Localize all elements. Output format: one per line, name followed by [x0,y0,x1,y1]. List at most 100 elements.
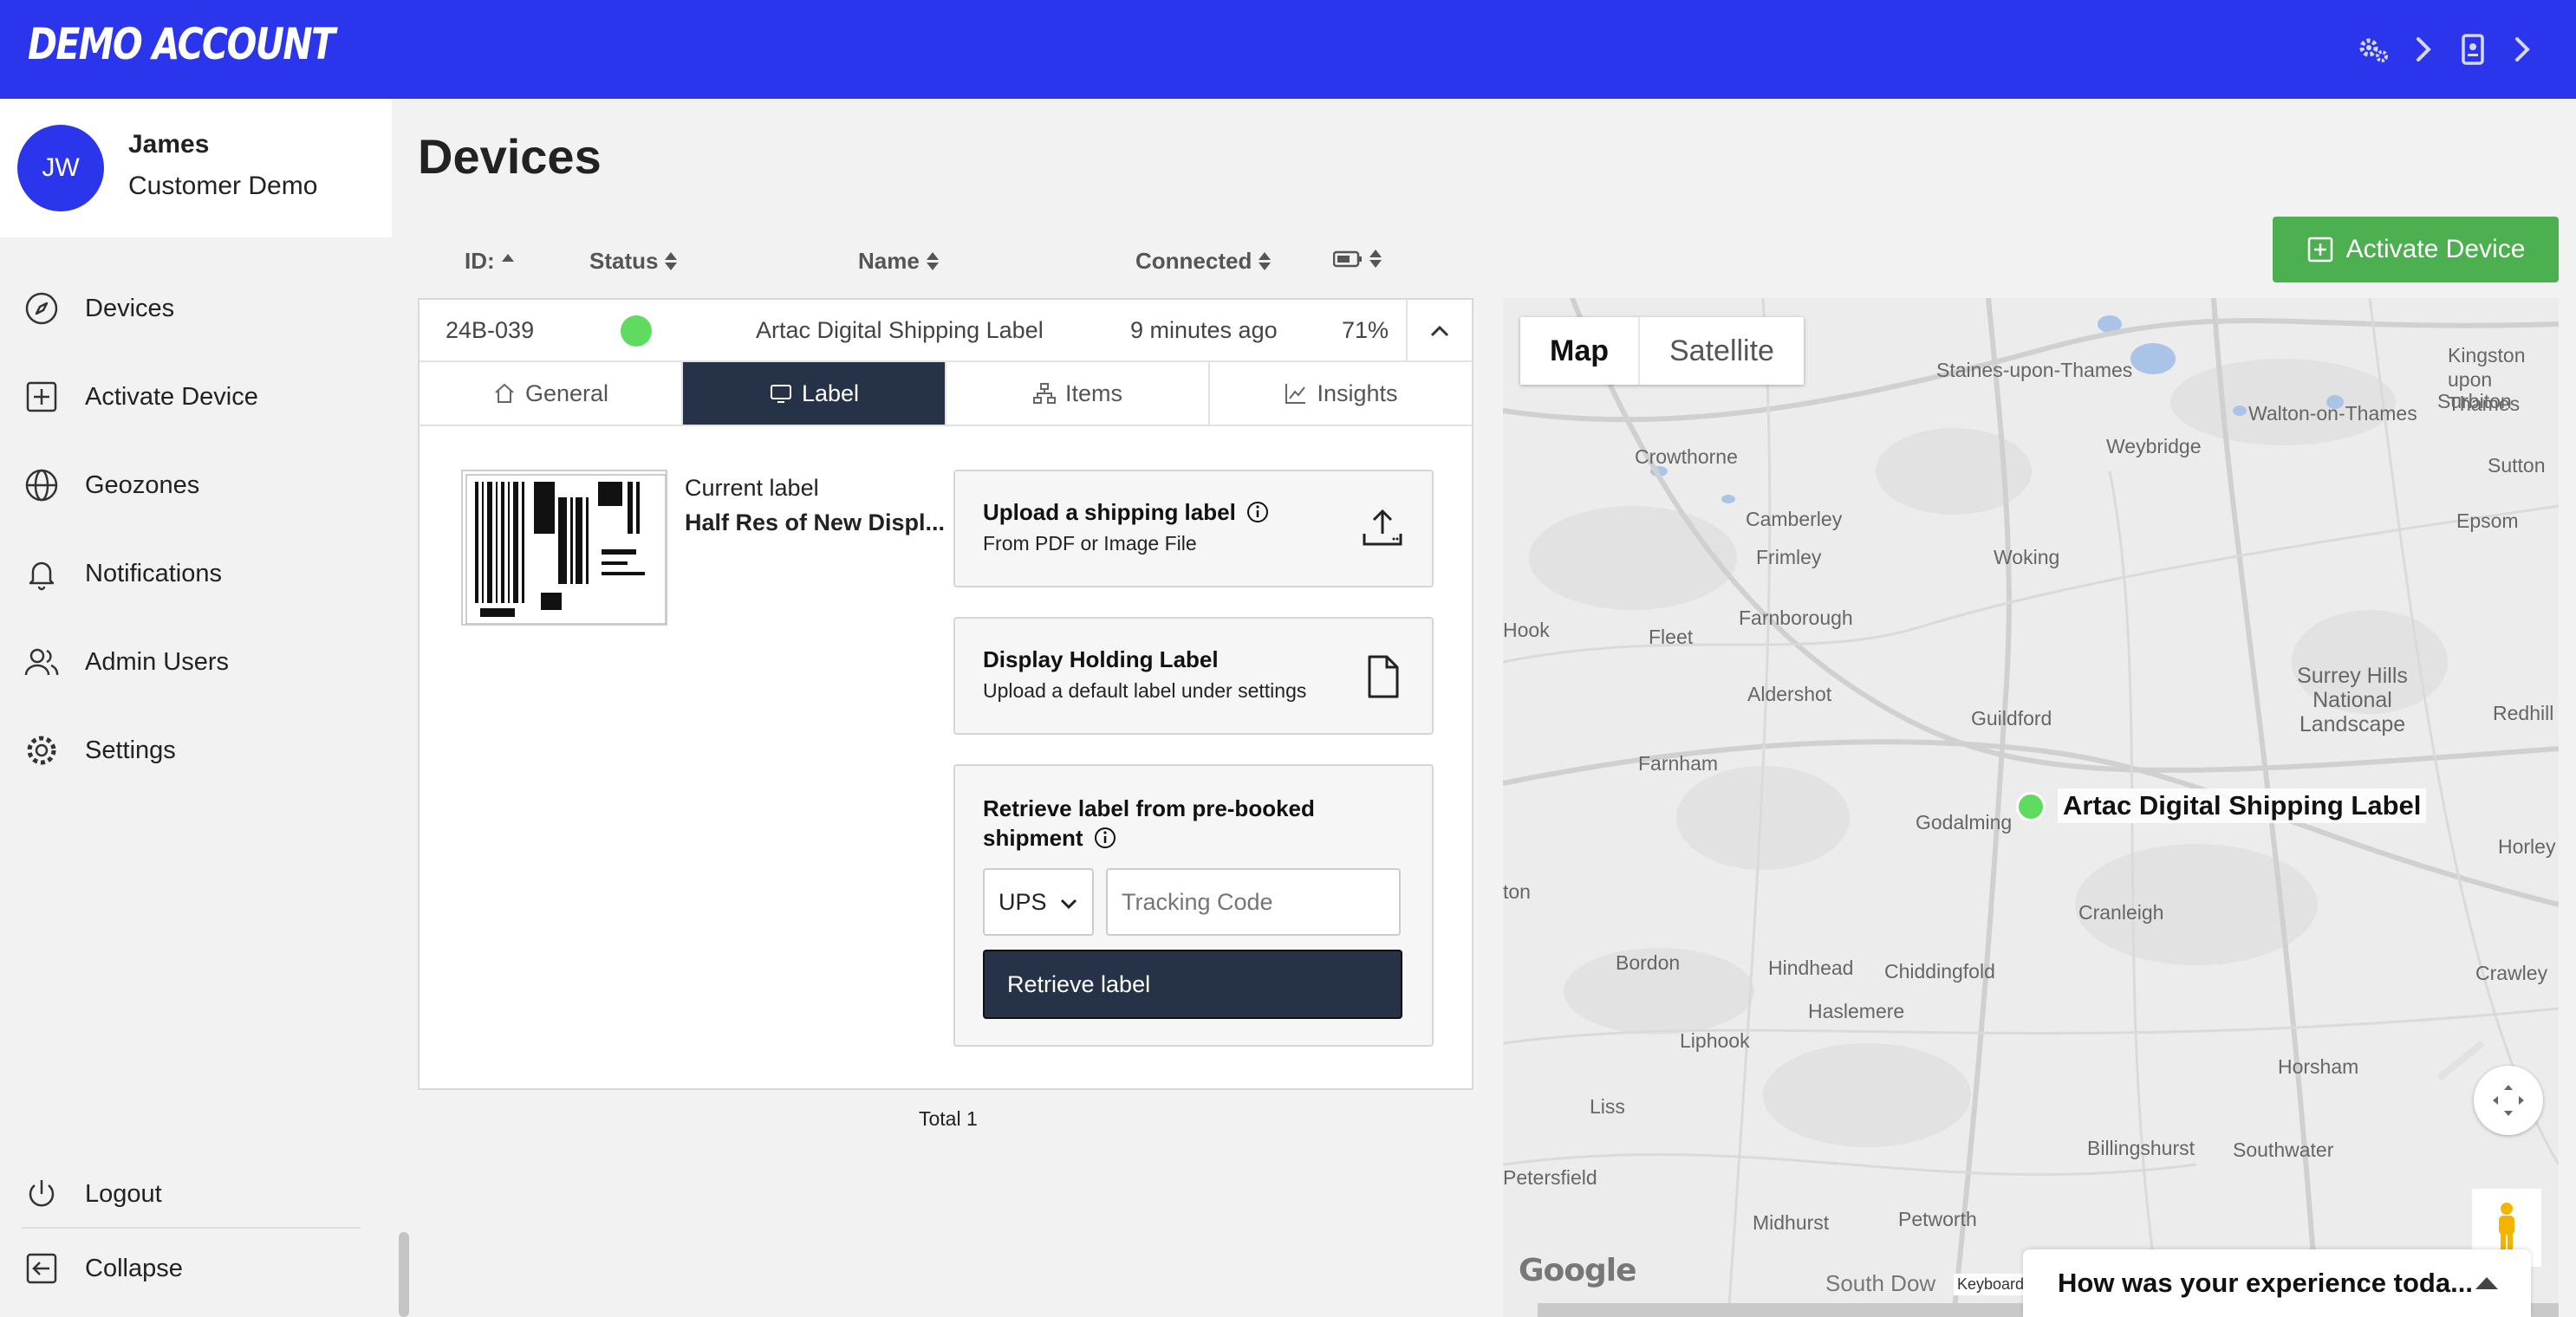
map-type-control: Map Satellite [1520,317,1804,385]
map-place-label: Crawley [2475,962,2548,984]
map-place-label: Liss [1590,1095,1625,1118]
tab-label: Insights [1317,380,1398,406]
sidebar-item-settings[interactable]: Settings [0,716,392,785]
retrieve-label-card: Retrieve label from pre-booked shipment … [953,764,1434,1047]
map-place-label: Billingshurst [2087,1137,2195,1159]
info-icon[interactable] [1093,826,1117,850]
document-icon [1368,655,1399,698]
tab-general[interactable]: General [420,362,683,425]
chevron-right-icon[interactable] [2505,31,2541,68]
tracking-code-input[interactable] [1106,868,1401,936]
map-place-label: Weybridge [2106,435,2202,457]
map-place-label: ton [1503,880,1531,903]
compass-icon [25,292,58,325]
map-view[interactable]: Map Satellite Staines-upon-Thames Kingst… [1503,298,2559,1317]
map-place-label: Aldershot [1747,683,1832,705]
device-map-marker-label: Artac Digital Shipping Label [2058,788,2427,823]
tab-label: General [524,380,609,406]
column-header-id[interactable]: ID: [465,248,514,275]
carrier-select[interactable]: UPS [983,868,1094,936]
feedback-text: How was your experience toda... [2058,1268,2473,1298]
fullscreen-button[interactable] [2474,1066,2543,1135]
tab-insights[interactable]: Insights [1210,362,1472,425]
upload-label-card[interactable]: Upload a shipping label From PDF or Imag… [953,470,1434,587]
map-place-label: South Dow [1825,1270,1936,1296]
map-place-label: Hook [1503,619,1550,641]
sitemap-icon [1032,383,1056,404]
map-place-label: Frimley [1756,546,1822,568]
expand-up-icon [2475,1277,2498,1289]
sidebar-item-admin-users[interactable]: Admin Users [0,627,392,697]
holding-label-card[interactable]: Display Holding Label Upload a default l… [953,617,1434,735]
info-icon[interactable] [1246,500,1270,524]
label-thumbnail[interactable] [461,470,667,626]
pegman-icon [2499,1203,2514,1252]
map-type-map-button[interactable]: Map [1520,317,1640,385]
sort-icon [1259,250,1272,273]
sidebar-item-label: Devices [85,294,175,322]
line-chart-icon [1285,384,1306,404]
sidebar-item-notifications[interactable]: Notifications [0,539,392,608]
chevron-right-icon[interactable] [2406,31,2443,68]
logout-button[interactable]: Logout [0,1159,392,1229]
map-place-label: Godalming [1916,811,2013,834]
tab-items[interactable]: Items [946,362,1210,425]
map-place-label: Cranleigh [2078,901,2164,924]
page-title: Devices [418,129,602,184]
retrieve-label-button[interactable]: Retrieve label [983,950,1402,1019]
map-place-label: Petworth [1898,1208,1977,1230]
move-arrows-icon [2493,1085,2524,1116]
column-header-label: Status [589,248,659,274]
column-header-name[interactable]: Name [858,248,939,275]
sidebar-item-geozones[interactable]: Geozones [0,451,392,520]
column-header-connected[interactable]: Connected [1135,248,1272,275]
feedback-widget[interactable]: How was your experience toda... [2023,1249,2531,1317]
map-place-label: Southwater [2233,1139,2334,1161]
sidebar-item-label: Activate Device [85,382,258,411]
device-map-marker[interactable] [2016,792,2046,821]
map-place-label: Camberley [1746,508,1843,530]
retrieve-label-title: Retrieve label from pre-booked shipment [983,794,1315,853]
sidebar-scrollbar[interactable] [399,1232,409,1317]
upload-label-subtitle: From PDF or Image File [983,532,1197,555]
retrieve-title-line2-row: shipment [983,823,1315,853]
keyboard-shortcuts-link[interactable]: Keyboard [1954,1274,2028,1295]
map-place-label: Woking [1994,546,2060,568]
column-header-status[interactable]: Status [589,248,678,275]
gears-icon[interactable] [2356,31,2392,68]
map-place-label: Epsom [2456,509,2519,532]
retrieve-title-line2: shipment [983,825,1083,851]
total-count: Total 1 [919,1107,978,1130]
map-place-label: Chiddingfold [1884,960,1995,983]
sort-icon [665,250,678,273]
plus-square-icon [26,381,57,412]
column-header-label: Connected [1135,248,1252,274]
upload-icon [1363,509,1402,546]
current-label-caption: Current label [685,475,819,501]
holding-label-title: Display Holding Label [983,646,1219,672]
column-header-label: ID: [465,248,495,274]
collapse-button[interactable]: Collapse [0,1234,392,1303]
map-place-label: Farnborough [1739,607,1853,629]
map-type-satellite-button[interactable]: Satellite [1640,317,1804,385]
activate-device-button[interactable]: Activate Device [2273,217,2559,282]
column-header-battery[interactable] [1333,248,1382,270]
map-place-label: Horley [2498,835,2556,858]
collapse-left-icon [26,1253,57,1284]
top-bar: DEMO ACCOUNT [0,0,2576,99]
device-battery: 71% [1342,317,1389,343]
holding-label-subtitle: Upload a default label under settings [983,679,1307,702]
table-row[interactable]: 24B-039 Artac Digital Shipping Label 9 m… [420,300,1472,362]
retrieve-title-line1: Retrieve label from pre-booked [983,795,1315,821]
sidebar-item-devices[interactable]: Devices [0,274,392,343]
shipping-label-image [465,474,666,624]
id-badge-icon[interactable] [2455,31,2491,68]
row-collapse-button[interactable] [1406,300,1472,362]
monitor-icon [770,385,791,403]
tab-label-active[interactable]: Label [683,362,946,425]
sidebar-item-label: Admin Users [85,647,229,676]
collapse-label: Collapse [85,1254,183,1282]
user-profile[interactable]: JW James Customer Demo [0,99,392,237]
sidebar-item-activate-device[interactable]: Activate Device [0,362,392,431]
map-place-label: Redhill [2493,702,2554,724]
